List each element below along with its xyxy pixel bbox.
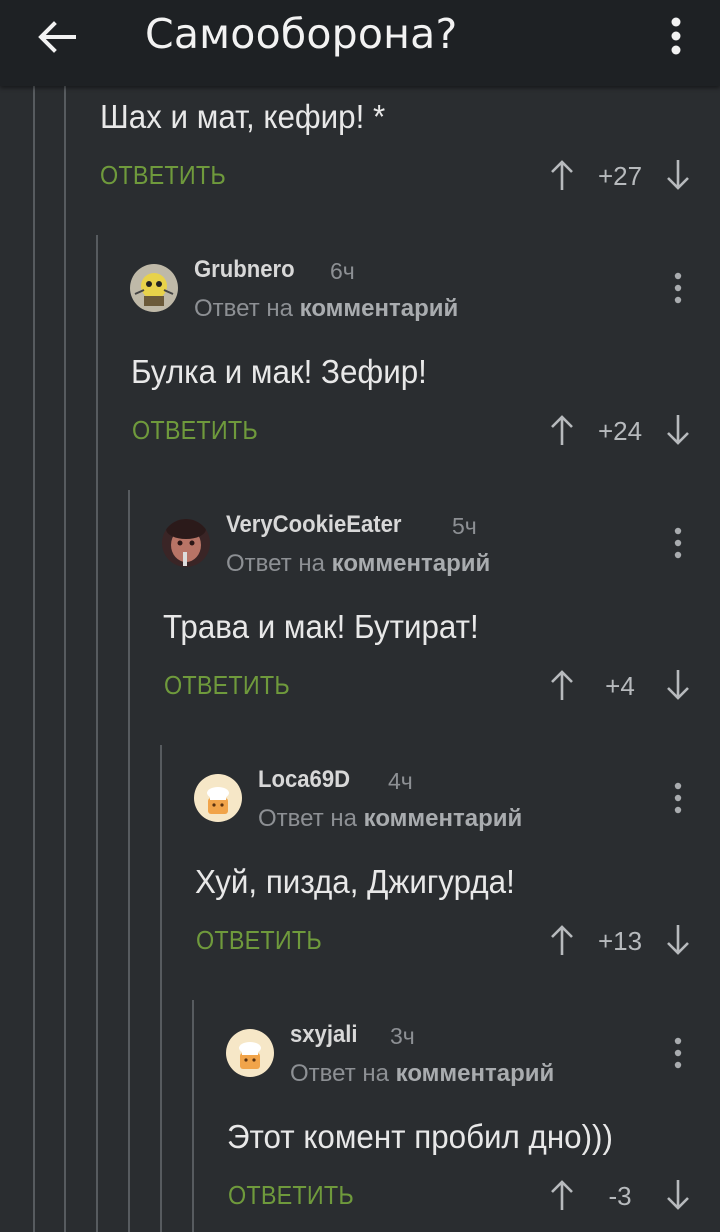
comment-more-icon[interactable] [668,780,688,816]
reply-to-label: Ответ на [258,805,357,832]
downvote-arrow-icon[interactable] [664,668,692,702]
thread-line [33,86,35,1232]
comment-text: Хуй, пизда, Джигурда! [195,863,515,900]
reply-to-label: Ответ на [194,295,293,322]
reply-button[interactable]: ОТВЕТИТЬ [228,1180,354,1211]
upvote-arrow-icon[interactable] [548,158,576,192]
user-avatar[interactable] [130,264,178,312]
reply-to-line: Ответ на комментарий [258,805,522,833]
upvote-arrow-icon[interactable] [548,668,576,702]
user-avatar[interactable] [194,774,242,822]
comment-text: Булка и мак! Зефир! [131,353,427,390]
thread-line [192,1000,194,1232]
comment-more-icon[interactable] [668,525,688,561]
reply-to-label: Ответ на [226,550,325,577]
rating-value: +4 [605,671,635,701]
thread-line [64,86,66,1232]
comment-text: Шах и мат, кефир! * [100,98,386,135]
rating-value: +24 [597,416,643,446]
comment-text: Этот комент пробил дно))) [227,1118,613,1155]
page-title: Самооборона? [145,10,458,58]
user-avatar[interactable] [162,519,210,567]
downvote-arrow-icon[interactable] [664,413,692,447]
reply-to-comment-link[interactable]: комментарий [364,805,523,832]
downvote-arrow-icon[interactable] [664,1178,692,1212]
reply-to-comment-link[interactable]: комментарий [396,1060,555,1087]
reply-button[interactable]: ОТВЕТИТЬ [132,415,258,446]
comment-username[interactable]: Grubnero [194,256,295,284]
rating-value: +13 [597,926,643,956]
comment-username[interactable]: sxyjali [290,1021,358,1049]
comment-text: Трава и мак! Бутират! [163,608,479,645]
thread-line [160,745,162,1232]
reply-to-comment-link[interactable]: комментарий [332,550,491,577]
comment-time: 5ч [452,513,477,539]
thread-line [128,490,130,1232]
comment-username[interactable]: Loca69D [258,766,350,794]
top-app-bar: Самооборона? [0,0,720,86]
back-arrow-icon[interactable] [34,14,80,60]
reply-button[interactable]: ОТВЕТИТЬ [100,160,226,191]
downvote-arrow-icon[interactable] [664,923,692,957]
upvote-arrow-icon[interactable] [548,1178,576,1212]
reply-to-label: Ответ на [290,1060,389,1087]
reply-to-line: Ответ на комментарий [194,295,458,323]
upvote-arrow-icon[interactable] [548,413,576,447]
comment-username[interactable]: VeryCookieEater [226,511,402,539]
reply-button[interactable]: ОТВЕТИТЬ [164,670,290,701]
more-vertical-icon[interactable] [660,12,692,60]
comment-more-icon[interactable] [668,270,688,306]
comment-time: 4ч [388,768,413,794]
downvote-arrow-icon[interactable] [664,158,692,192]
reply-button[interactable]: ОТВЕТИТЬ [196,925,322,956]
upvote-arrow-icon[interactable] [548,923,576,957]
rating-value: +27 [597,161,643,191]
thread-line [96,235,98,1232]
comment-time: 6ч [330,258,355,284]
reply-to-comment-link[interactable]: комментарий [300,295,459,322]
comment-time: 3ч [390,1023,415,1049]
reply-to-line: Ответ на комментарий [226,550,490,578]
reply-to-line: Ответ на комментарий [290,1060,554,1088]
rating-value: -3 [608,1181,632,1211]
user-avatar[interactable] [226,1029,274,1077]
comment-more-icon[interactable] [668,1035,688,1071]
